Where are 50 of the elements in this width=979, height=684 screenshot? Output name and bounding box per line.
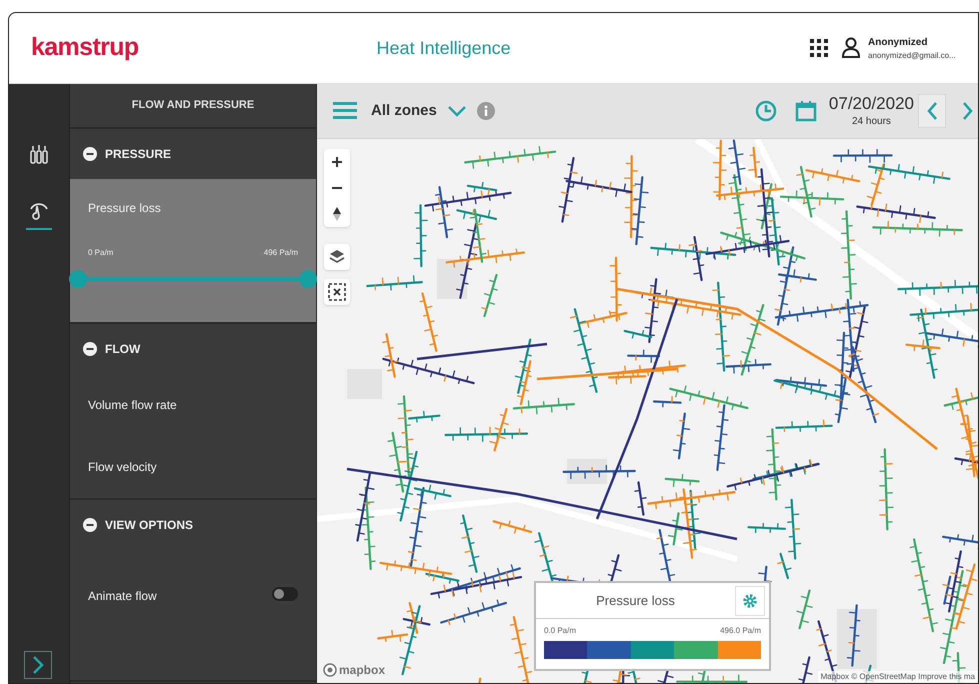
option-label: Animate flow [88, 588, 158, 605]
section-header[interactable]: PRESSURE [70, 129, 316, 179]
period-label: 24 hours [852, 115, 891, 130]
animate-flow-toggle[interactable] [272, 587, 298, 601]
panel-title: FLOW AND PRESSURE [70, 84, 316, 129]
section-header[interactable]: FLOW [70, 324, 316, 374]
map-attribution[interactable]: Mapbox © OpenStreetMap Improve this ma [818, 671, 978, 683]
apps-grid-icon[interactable] [810, 39, 828, 57]
zone-dropdown[interactable]: All zones [371, 100, 467, 122]
radiator-icon [30, 144, 48, 164]
chevron-left-icon [927, 101, 937, 121]
slider-max-label: 496 Pa/m [264, 247, 298, 259]
user-email: anonymized@gmail.co... [868, 50, 957, 62]
section-header[interactable]: VIEW OPTIONS [70, 500, 316, 550]
legend-min-label: 0.0 Pa/m [544, 625, 576, 637]
slider-thumb[interactable] [69, 270, 87, 288]
option-label: Pressure loss [88, 200, 162, 217]
layers-icon [329, 249, 345, 265]
collapse-icon [83, 518, 97, 532]
chevron-right-icon [32, 655, 44, 675]
chevron-right-icon [963, 101, 973, 121]
legend-title: Pressure loss [595, 592, 676, 610]
collapse-icon [83, 147, 97, 161]
user-name: Anonymized [868, 36, 928, 50]
flow-option[interactable]: Volume flow rate [70, 374, 316, 436]
legend-settings-button[interactable] [735, 586, 765, 616]
compass-icon [333, 207, 341, 221]
pressure-loss-option[interactable]: Pressure loss 0 Pa/m 496 Pa/m [70, 179, 316, 322]
slider-thumb[interactable] [299, 270, 317, 288]
info-icon[interactable] [476, 102, 495, 120]
plus-icon [332, 157, 342, 167]
mapbox-logo-icon [323, 663, 337, 677]
flow-option[interactable]: Flow velocity [70, 436, 316, 498]
previous-button[interactable] [918, 94, 946, 128]
clear-selection-button[interactable] [324, 279, 350, 305]
expand-button[interactable] [24, 651, 52, 679]
app-title: Heat Intelligence [376, 36, 511, 60]
dashed-box-close-icon [328, 283, 346, 301]
user-icon[interactable] [842, 37, 860, 59]
slider-min-label: 0 Pa/m [88, 247, 114, 259]
date-label: 07/20/2020 [828, 92, 914, 114]
logo: kamstrup [31, 32, 139, 64]
minus-icon [332, 186, 342, 190]
mapbox-logo: mapbox [339, 662, 386, 679]
settings-icon [743, 594, 757, 608]
layers-button[interactable] [324, 244, 350, 270]
collapse-icon [83, 342, 97, 356]
chevron-down-icon [446, 105, 467, 117]
range-slider[interactable] [69, 270, 317, 288]
legend-max-label: 496.0 Pa/m [720, 625, 761, 637]
